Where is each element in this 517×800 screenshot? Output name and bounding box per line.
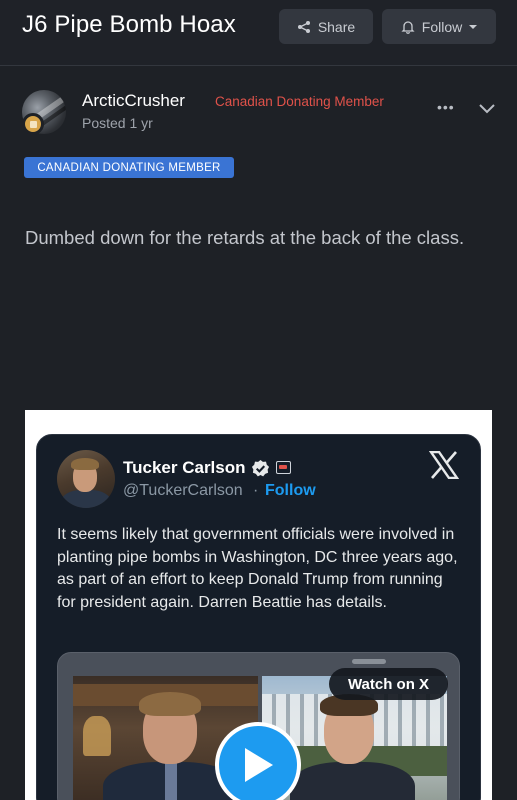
more-options-icon[interactable]: ••• — [437, 99, 455, 115]
tweet-author-name[interactable]: Tucker Carlson — [123, 458, 246, 478]
handle-separator: · — [253, 482, 259, 499]
share-icon — [297, 20, 310, 33]
play-button[interactable] — [215, 722, 301, 800]
media-drag-handle — [352, 659, 386, 664]
tweet-follow-link[interactable]: Follow — [265, 482, 316, 500]
member-role-badge: CANADIAN DONATING MEMBER — [24, 157, 234, 178]
thread-title: J6 Pipe Bomb Hoax — [22, 11, 236, 38]
watch-on-x-button[interactable]: Watch on X — [329, 668, 448, 700]
x-logo-icon[interactable] — [429, 451, 459, 479]
bell-icon — [401, 20, 415, 34]
chevron-down-icon[interactable] — [479, 104, 495, 114]
post-content: Dumbed down for the retards at the back … — [25, 227, 465, 248]
tweet-handle[interactable]: @TuckerCarlson — [123, 482, 243, 500]
tweet-author-avatar[interactable] — [57, 450, 115, 508]
play-icon — [245, 748, 273, 782]
post-timestamp[interactable]: Posted 1 yr — [82, 115, 153, 131]
verified-badge-icon — [251, 459, 270, 477]
follow-thread-button[interactable]: Follow — [382, 9, 496, 44]
member-title: Canadian Donating Member — [215, 94, 384, 109]
affiliate-tag-icon — [276, 461, 291, 474]
follow-label: Follow — [421, 18, 463, 35]
caret-down-icon — [469, 24, 478, 29]
tweet-text: It seems likely that government official… — [57, 526, 458, 611]
rank-badge-icon — [22, 113, 44, 135]
thread-header: J6 Pipe Bomb Hoax Share Follow — [0, 0, 517, 66]
author-username[interactable]: ArcticCrusher — [82, 91, 185, 111]
share-button[interactable]: Share — [279, 9, 373, 44]
share-label: Share — [317, 18, 356, 35]
